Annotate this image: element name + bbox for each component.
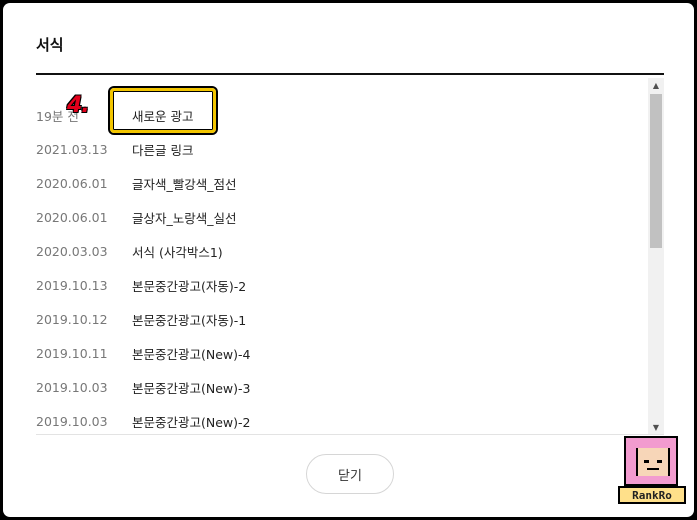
list-item[interactable]: 2020.03.03 서식 (사각박스1)	[36, 234, 648, 268]
item-date: 2019.10.03	[36, 413, 108, 429]
rankro-logo: RankRo	[618, 434, 688, 508]
close-button[interactable]: 닫기	[306, 454, 394, 494]
item-date: 2019.10.13	[36, 277, 108, 293]
list-item[interactable]: 2020.06.01 글상자_노랑색_실선	[36, 200, 648, 234]
item-name: 본문중간광고(New)-4	[132, 346, 251, 362]
step-number-badge: 4.	[67, 93, 90, 118]
item-name: 본문중간광고(자동)-2	[132, 278, 247, 294]
logo-face-icon	[624, 436, 678, 486]
item-date: 2021.03.13	[36, 141, 108, 157]
logo-eye-icon	[644, 460, 649, 463]
title-divider	[36, 73, 664, 75]
scroll-down-arrow-icon[interactable]: ▼	[648, 420, 664, 434]
item-name: 본문중간광고(자동)-1	[132, 312, 247, 328]
item-date: 2020.03.03	[36, 243, 108, 259]
item-date: 2019.10.11	[36, 345, 108, 361]
list-item[interactable]: 2019.10.03 본문중간광고(New)-2	[36, 404, 648, 434]
template-dialog: 서식 19분 전 새로운 광고 2021.03.13 다른글 링크 2020.0…	[3, 3, 694, 517]
list-item[interactable]: 2019.10.11 본문중간광고(New)-4	[36, 336, 648, 370]
scroll-up-arrow-icon[interactable]: ▲	[648, 78, 664, 92]
template-list: 19분 전 새로운 광고 2021.03.13 다른글 링크 2020.06.0…	[36, 78, 648, 434]
item-date: 2019.10.12	[36, 311, 108, 327]
dialog-title: 서식	[36, 36, 64, 54]
list-item[interactable]: 2020.06.01 글자색_빨강색_점선	[36, 166, 648, 200]
item-name: 서식 (사각박스1)	[132, 244, 223, 260]
scroll-thumb[interactable]	[650, 94, 662, 248]
item-name: 새로운 광고	[132, 108, 194, 124]
logo-eye-icon	[657, 460, 662, 463]
item-date: 2020.06.01	[36, 209, 108, 225]
item-name: 글상자_노랑색_실선	[132, 210, 237, 226]
item-name: 글자색_빨강색_점선	[132, 176, 237, 192]
item-name: 다른글 링크	[132, 142, 194, 158]
item-name: 본문중간광고(New)-3	[132, 380, 251, 396]
logo-skin	[636, 448, 670, 476]
list-scrollbar[interactable]: ▲ ▼	[648, 78, 664, 434]
list-item[interactable]: 2019.10.12 본문중간광고(자동)-1	[36, 302, 648, 336]
list-item[interactable]: 19분 전 새로운 광고	[36, 98, 648, 132]
list-item[interactable]: 2021.03.13 다른글 링크	[36, 132, 648, 166]
item-date: 2019.10.03	[36, 379, 108, 395]
list-item[interactable]: 2019.10.03 본문중간광고(New)-3	[36, 370, 648, 404]
list-bottom-divider	[36, 434, 664, 435]
item-date: 2020.06.01	[36, 175, 108, 191]
item-name: 본문중간광고(New)-2	[132, 414, 251, 430]
logo-mouth-icon	[647, 468, 659, 470]
list-item[interactable]: 2019.10.13 본문중간광고(자동)-2	[36, 268, 648, 302]
logo-text: RankRo	[618, 486, 686, 504]
